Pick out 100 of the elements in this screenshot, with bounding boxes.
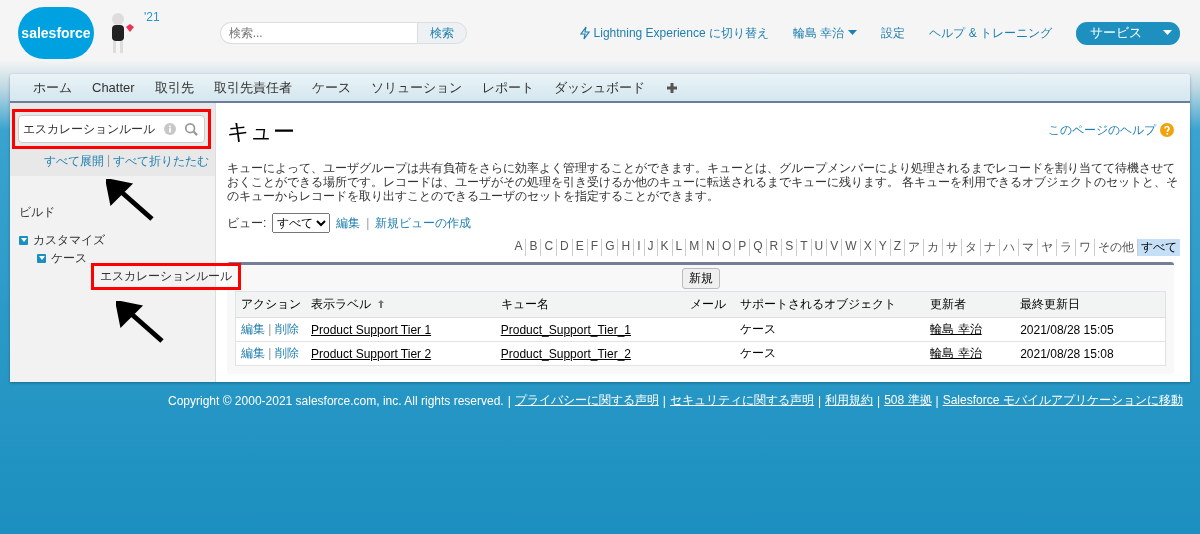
queue-name-link[interactable]: Product_Support_Tier_1 xyxy=(500,322,631,337)
letter-filter[interactable]: マ xyxy=(1019,239,1038,256)
separator: | xyxy=(366,216,370,230)
letter-filter[interactable]: T xyxy=(797,239,812,256)
letter-filter[interactable]: Y xyxy=(875,239,891,256)
nav-tab[interactable]: 取引先 xyxy=(144,78,204,97)
letter-filter[interactable]: V xyxy=(827,239,843,256)
user-link[interactable]: 輪島 幸治 xyxy=(930,346,982,360)
letter-filter[interactable]: S xyxy=(782,239,798,256)
nav-tab[interactable]: ソリューション xyxy=(360,78,472,97)
header-link[interactable]: ヘルプ & トレーニング xyxy=(929,24,1052,42)
delete-link[interactable]: 削除 xyxy=(274,346,299,360)
letter-filter[interactable]: タ xyxy=(962,239,981,256)
table-cell: ケース xyxy=(735,341,926,366)
copyright: Copyright © 2000-2021 salesforce.com, inc. All rights reserved. xyxy=(168,393,504,408)
letter-filter[interactable]: W xyxy=(842,239,861,256)
letter-filter[interactable]: N xyxy=(703,239,719,256)
queue-name-link[interactable]: Product_Support_Tier_2 xyxy=(500,346,631,361)
nav-tab[interactable]: ダッシュボード xyxy=(543,78,655,97)
column-header[interactable]: メール xyxy=(685,291,736,318)
table-cell: 2021/08/28 15:08 xyxy=(1015,341,1166,366)
info-icon xyxy=(164,123,176,135)
user-menu[interactable]: 輪島 幸治 xyxy=(793,24,858,42)
column-header[interactable]: 最終更新日 xyxy=(1015,291,1166,318)
plus-icon[interactable] xyxy=(666,82,677,93)
queue-label-link[interactable]: Product Support Tier 1 xyxy=(311,322,432,337)
header-link[interactable]: 設定 xyxy=(881,24,906,42)
letter-filter[interactable]: すべて xyxy=(1138,239,1180,256)
letter-filter[interactable]: C xyxy=(541,239,558,256)
edit-link[interactable]: 編集 xyxy=(336,214,361,232)
search-box[interactable]: エスカレーションルール xyxy=(18,115,205,143)
separator: | xyxy=(507,393,511,408)
letter-filter[interactable]: O xyxy=(718,239,736,256)
expand-all-link[interactable]: すべて展開 xyxy=(43,153,104,170)
tree-item[interactable]: ケース xyxy=(51,249,87,267)
letter-filter[interactable]: ナ xyxy=(981,239,1000,256)
letter-filter[interactable]: E xyxy=(572,239,588,256)
letter-filter[interactable]: K xyxy=(657,239,673,256)
separator: | xyxy=(106,153,110,169)
help-link[interactable]: このページのヘルプ xyxy=(1048,121,1174,139)
nav-tab[interactable]: ホーム xyxy=(23,78,82,97)
letter-filter[interactable]: I xyxy=(634,239,645,256)
letter-filter[interactable]: ラ xyxy=(1057,239,1076,256)
letter-filter[interactable]: G xyxy=(602,239,619,256)
delete-link[interactable]: 削除 xyxy=(274,322,299,336)
page-title: キュー xyxy=(227,118,295,146)
letter-filter[interactable]: ヤ xyxy=(1038,239,1057,256)
letter-filter[interactable]: X xyxy=(860,239,876,256)
letter-filter[interactable]: ハ xyxy=(1000,239,1019,256)
letter-filter[interactable]: カ xyxy=(924,239,943,256)
search-button[interactable]: 検索 xyxy=(416,22,467,44)
column-header[interactable]: サポートされるオブジェクト xyxy=(735,291,926,318)
letter-filter[interactable]: M xyxy=(686,239,704,256)
arrow-icon xyxy=(106,179,154,221)
nav-tab[interactable]: Chatter xyxy=(82,80,145,95)
separator: | xyxy=(817,393,822,408)
edit-link[interactable]: 編集 xyxy=(241,322,265,336)
letter-filter[interactable]: Z xyxy=(890,239,905,256)
nav-tab[interactable]: ケース xyxy=(301,78,361,97)
user-link[interactable]: 輪島 幸治 xyxy=(930,322,982,336)
search-icon[interactable] xyxy=(184,122,198,136)
nav-tab[interactable]: 取引先責任者 xyxy=(203,78,302,97)
tree-item[interactable]: エスカレーションルール xyxy=(91,262,241,290)
nav-tab[interactable]: レポート xyxy=(471,78,544,97)
letter-filter[interactable]: H xyxy=(618,239,635,256)
toggle-icon[interactable] xyxy=(37,253,46,263)
column-header[interactable]: キュー名 xyxy=(495,291,686,318)
letter-filter[interactable]: B xyxy=(526,239,542,256)
letter-filter[interactable]: P xyxy=(735,239,751,256)
new-view-link[interactable]: 新規ビューの作成 xyxy=(375,214,472,232)
letter-filter[interactable]: ア xyxy=(905,239,924,256)
setup-search-field[interactable]: エスカレーションルール xyxy=(19,122,164,136)
view-select[interactable]: すべて xyxy=(272,213,331,233)
app-menu[interactable]: サービス xyxy=(1076,21,1180,45)
view-label: ビュー: xyxy=(227,214,267,232)
lightning-icon xyxy=(579,26,590,40)
arrow-icon xyxy=(116,301,164,343)
letter-filter[interactable]: F xyxy=(587,239,603,256)
queue-label-link[interactable]: Product Support Tier 2 xyxy=(311,346,432,361)
caret-icon xyxy=(848,30,858,36)
toggle-icon[interactable] xyxy=(19,235,28,245)
sort-icon xyxy=(377,300,385,308)
letter-filter[interactable]: U xyxy=(811,239,828,256)
letter-filter[interactable]: R xyxy=(766,239,783,256)
new-button[interactable]: 新規 xyxy=(681,268,720,289)
column-header[interactable]: 表示ラベル xyxy=(306,291,496,318)
letter-filter[interactable]: L xyxy=(672,239,687,256)
letter-filter[interactable]: Q xyxy=(750,239,767,256)
letter-filter[interactable]: A xyxy=(511,239,527,256)
letter-filter[interactable]: J xyxy=(644,239,658,256)
letter-filter[interactable]: サ xyxy=(943,239,962,256)
header-link[interactable]: Lightning Experience に切り替え xyxy=(579,24,769,42)
edit-link[interactable]: 編集 xyxy=(241,346,265,360)
tree-item[interactable]: カスタマイズ xyxy=(33,231,105,249)
letter-filter[interactable]: ワ xyxy=(1076,239,1095,256)
letter-filter[interactable]: D xyxy=(557,239,573,256)
column-header[interactable]: 更新者 xyxy=(925,291,1016,318)
column-header[interactable]: アクション xyxy=(235,291,306,318)
collapse-all-link[interactable]: すべて折りたたむ xyxy=(113,153,209,170)
search-field[interactable]: 検索... xyxy=(219,22,417,44)
